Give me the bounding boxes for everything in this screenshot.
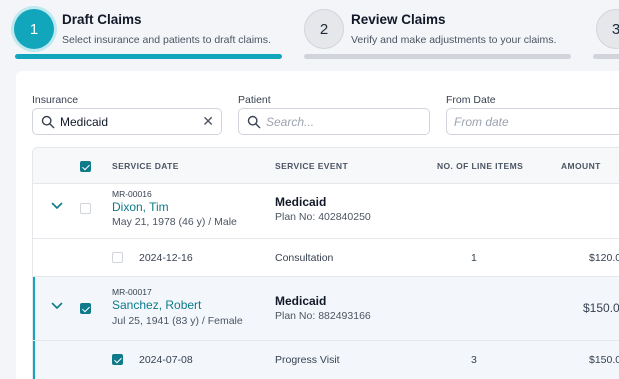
step-subtitle: Verify and make adjustments to your clai… (351, 34, 557, 46)
patient-checkbox[interactable] (80, 303, 91, 314)
table-header: SERVICE DATE SERVICE EVENT NO. OF LINE I… (33, 148, 619, 184)
patient-checkbox[interactable] (80, 203, 91, 214)
insurance-name: Medicaid (275, 294, 327, 308)
line-item-date: 2024-12-16 (139, 252, 193, 264)
select-all-checkbox[interactable] (80, 161, 91, 172)
patient-search-placeholder: Search... (266, 115, 315, 129)
patient-info: Jul 25, 1941 (83 y) / Female (112, 315, 243, 327)
line-item-row[interactable]: 2024-12-16 Consultation 1 $120.00 (33, 239, 619, 277)
step-number-3: 3 (596, 9, 619, 49)
chevron-down-icon[interactable] (51, 202, 63, 210)
step-title: Review Claims (351, 12, 446, 27)
step-progress-bar-1 (15, 54, 282, 59)
clear-icon[interactable]: ✕ (202, 114, 214, 128)
step-number-1: 1 (14, 9, 54, 49)
header-line-items[interactable]: NO. OF LINE ITEMS (437, 161, 523, 171)
patient-mrn: MR-00017 (112, 287, 152, 297)
patient-name-link[interactable]: Dixon, Tim (112, 200, 169, 214)
line-item-count: 3 (471, 354, 477, 366)
line-item-count: 1 (471, 252, 477, 264)
step-draft-claims[interactable]: 1 Draft Claims Select insurance and pati… (0, 0, 300, 62)
chevron-down-icon[interactable] (51, 302, 63, 310)
patient-label: Patient (238, 94, 271, 106)
step-subtitle: Select insurance and patients to draft c… (62, 34, 271, 46)
insurance-label: Insurance (32, 94, 79, 106)
step-3[interactable]: 3 (590, 0, 619, 62)
header-service-event[interactable]: SERVICE EVENT (275, 161, 348, 171)
from-date-label: From Date (446, 94, 496, 106)
patient-search-field[interactable]: Search... (238, 108, 430, 135)
patient-info: May 21, 1978 (46 y) / Male (112, 216, 237, 228)
from-date-field[interactable]: From date (446, 108, 619, 135)
selected-accent-bar (33, 341, 35, 379)
header-amount[interactable]: AMOUNT (561, 161, 601, 171)
insurance-name: Medicaid (275, 195, 327, 209)
line-item-amount: $150.00 (589, 354, 619, 366)
search-icon (41, 115, 55, 129)
step-review-claims[interactable]: 2 Review Claims Verify and make adjustme… (300, 0, 590, 62)
line-item-amount: $120.00 (589, 252, 619, 264)
line-item-event: Consultation (275, 252, 334, 264)
plan-number: Plan No: 882493166 (275, 310, 371, 322)
from-date-placeholder: From date (454, 115, 509, 129)
line-item-event: Progress Visit (275, 354, 340, 366)
line-item-checkbox[interactable] (112, 252, 123, 263)
line-item-checkbox[interactable] (112, 354, 123, 365)
step-title: Draft Claims (62, 12, 142, 27)
selected-accent-bar (33, 277, 35, 340)
line-item-date: 2024-07-08 (139, 354, 193, 366)
header-service-date[interactable]: SERVICE DATE (112, 161, 179, 171)
patient-name-link[interactable]: Sanchez, Robert (112, 298, 201, 312)
step-progress-bar-3 (593, 54, 619, 59)
line-item-row[interactable]: 2024-07-08 Progress Visit 3 $150.00 (33, 341, 619, 379)
step-progress-bar-2 (304, 54, 571, 59)
search-icon (247, 115, 261, 129)
plan-number: Plan No: 402840250 (275, 211, 371, 223)
patient-mrn: MR-00016 (112, 189, 152, 199)
patient-amount: $150.00 (583, 301, 619, 315)
claims-table: SERVICE DATE SERVICE EVENT NO. OF LINE I… (32, 147, 619, 379)
insurance-search-field[interactable]: Medicaid ✕ (32, 108, 222, 135)
claims-stepper: 1 Draft Claims Select insurance and pati… (0, 0, 619, 70)
patient-row[interactable]: MR-00016 Dixon, Tim May 21, 1978 (46 y) … (33, 184, 619, 239)
patient-row[interactable]: MR-00017 Sanchez, Robert Jul 25, 1941 (8… (33, 277, 619, 341)
insurance-value: Medicaid (60, 115, 109, 129)
draft-claims-card: Insurance Medicaid ✕ Patient Search... F… (16, 71, 619, 379)
step-number-2: 2 (304, 9, 344, 49)
